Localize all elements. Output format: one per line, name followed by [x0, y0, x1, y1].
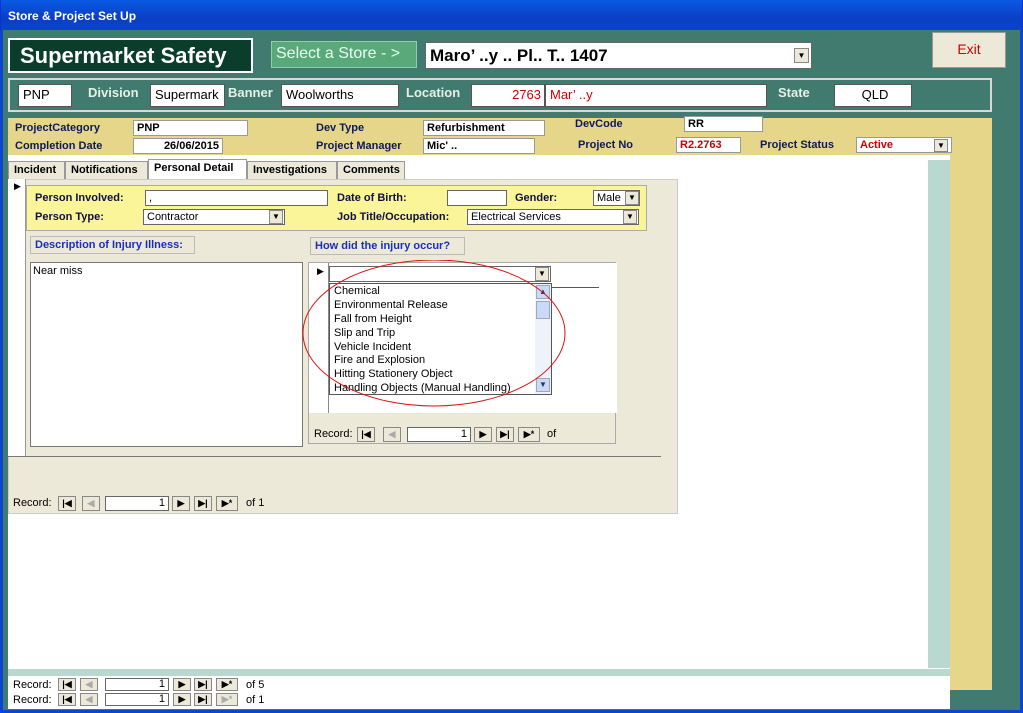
next-record-icon[interactable]: ▶ [474, 427, 492, 442]
devcode-field[interactable]: RR [684, 116, 763, 132]
tab-comments[interactable]: Comments [337, 161, 405, 180]
person-label: Person Involved: [35, 192, 124, 204]
job-label: Job Title/Occupation: [337, 211, 450, 223]
description-text: Near miss [33, 265, 83, 277]
divider [8, 456, 661, 457]
projno-label: Project No [578, 139, 634, 151]
new-record-icon[interactable]: ▶* [216, 496, 238, 511]
person-type-label: Person Type: [35, 211, 104, 223]
division-label: Division [88, 85, 139, 100]
first-record-icon[interactable]: |◀ [58, 678, 76, 691]
location-number: 2763 [471, 84, 545, 107]
person-field[interactable]: , [145, 190, 328, 206]
first-record-icon[interactable]: |◀ [58, 496, 76, 511]
state-field: QLD [834, 84, 912, 107]
location-name: Mar’ ..y [545, 84, 767, 107]
sub-record-label: Record: [314, 428, 353, 440]
tab-personal-detail[interactable]: Personal Detail [148, 159, 247, 180]
person-type-field[interactable]: Contractor [143, 209, 285, 225]
tab-investigations[interactable]: Investigations [247, 161, 337, 180]
division-field: Supermark [150, 84, 225, 107]
chevron-down-icon[interactable]: ▼ [794, 48, 809, 63]
store-record-label: Record: [13, 694, 52, 706]
gender-label: Gender: [515, 192, 558, 204]
category-label: ProjectCategory [15, 122, 100, 134]
last-record-icon[interactable]: ▶| [194, 678, 212, 691]
new-record-icon[interactable]: ▶* [518, 427, 540, 442]
exit-button[interactable]: Exit [932, 32, 1006, 68]
store-combo[interactable]: Maro’ ..y .. Pl.. T.. 1407 ▼ [425, 42, 812, 69]
main-record-number[interactable]: 1 [105, 678, 169, 691]
banner-label: Banner [228, 85, 273, 100]
dob-label: Date of Birth: [337, 192, 407, 204]
first-record-icon[interactable]: |◀ [58, 693, 76, 706]
state-label: State [778, 85, 810, 100]
record-selector[interactable]: ▶ [8, 179, 26, 457]
main-record-label: Record: [13, 679, 52, 691]
store-value: Maro’ ..y .. Pl.. T.. 1407 [430, 46, 608, 65]
next-record-icon[interactable]: ▶ [173, 678, 191, 691]
tab-incident[interactable]: Incident [8, 161, 65, 180]
right-pane [928, 160, 950, 668]
pm-field[interactable]: Mic' .. [423, 138, 535, 154]
job-dropdown-icon[interactable]: ▼ [623, 210, 637, 224]
last-record-icon[interactable]: ▶| [194, 693, 212, 706]
store-info-bar: PNP Division Supermark Banner Woolworths… [8, 78, 992, 112]
banner-field: Woolworths [281, 84, 399, 107]
main-record-of: of 5 [246, 679, 265, 691]
store-code: PNP [18, 84, 72, 107]
dob-field[interactable] [447, 190, 507, 206]
window-title: Store & Project Set Up [0, 0, 1023, 30]
desc-header: Description of Injury Illness: [30, 236, 195, 254]
tab-notifications[interactable]: Notifications [65, 161, 148, 180]
pm-label: Project Manager [316, 140, 402, 152]
prev-record-icon[interactable]: ◀ [383, 427, 401, 442]
new-record-icon[interactable]: ▶* [216, 693, 238, 706]
location-label: Location [406, 85, 461, 100]
projno-field[interactable]: R2.2763 [676, 137, 741, 153]
how-header: How did the injury occur? [310, 237, 465, 255]
form-record-number[interactable]: 1 [105, 496, 169, 511]
tab-strip: Incident Notifications Personal Detail I… [8, 159, 412, 180]
person-type-dropdown-icon[interactable]: ▼ [269, 210, 283, 224]
status-label: Project Status [760, 139, 834, 151]
new-record-icon[interactable]: ▶* [216, 678, 238, 691]
status-dropdown-icon[interactable]: ▼ [934, 139, 948, 152]
devcode-label: DevCode [575, 118, 623, 130]
category-field[interactable]: PNP [133, 120, 248, 136]
devtype-field[interactable]: Refurbishment [423, 120, 545, 136]
devtype-label: Dev Type [316, 122, 365, 134]
select-store-button[interactable]: Select a Store - > [271, 41, 417, 68]
last-record-icon[interactable]: ▶| [194, 496, 212, 511]
right-strip [950, 155, 992, 690]
form-record-label: Record: [13, 497, 52, 509]
project-info-bar: ProjectCategory PNP Completion Date 26/0… [8, 116, 992, 156]
prev-record-icon[interactable]: ◀ [80, 678, 98, 691]
form-record-of: of 1 [246, 497, 265, 509]
first-record-icon[interactable]: |◀ [357, 427, 375, 442]
sub-record-of: of [547, 428, 557, 440]
store-record-number[interactable]: 1 [105, 693, 169, 706]
next-record-icon[interactable]: ▶ [173, 693, 191, 706]
person-section: Person Involved: , Date of Birth: Gender… [26, 185, 647, 231]
completion-label: Completion Date [15, 140, 103, 152]
red-annotation-ellipse [302, 260, 566, 407]
app-name: Supermarket Safety [8, 38, 253, 73]
store-record-of: of 1 [246, 694, 265, 706]
job-field[interactable]: Electrical Services [467, 209, 639, 225]
prev-record-icon[interactable]: ◀ [80, 693, 98, 706]
sub-record-number[interactable]: 1 [407, 427, 471, 442]
completion-field[interactable]: 26/06/2015 [133, 138, 223, 154]
prev-record-icon[interactable]: ◀ [82, 496, 100, 511]
description-field[interactable]: Near miss [30, 262, 303, 447]
last-record-icon[interactable]: ▶| [496, 427, 514, 442]
next-record-icon[interactable]: ▶ [172, 496, 190, 511]
gender-dropdown-icon[interactable]: ▼ [625, 191, 639, 205]
